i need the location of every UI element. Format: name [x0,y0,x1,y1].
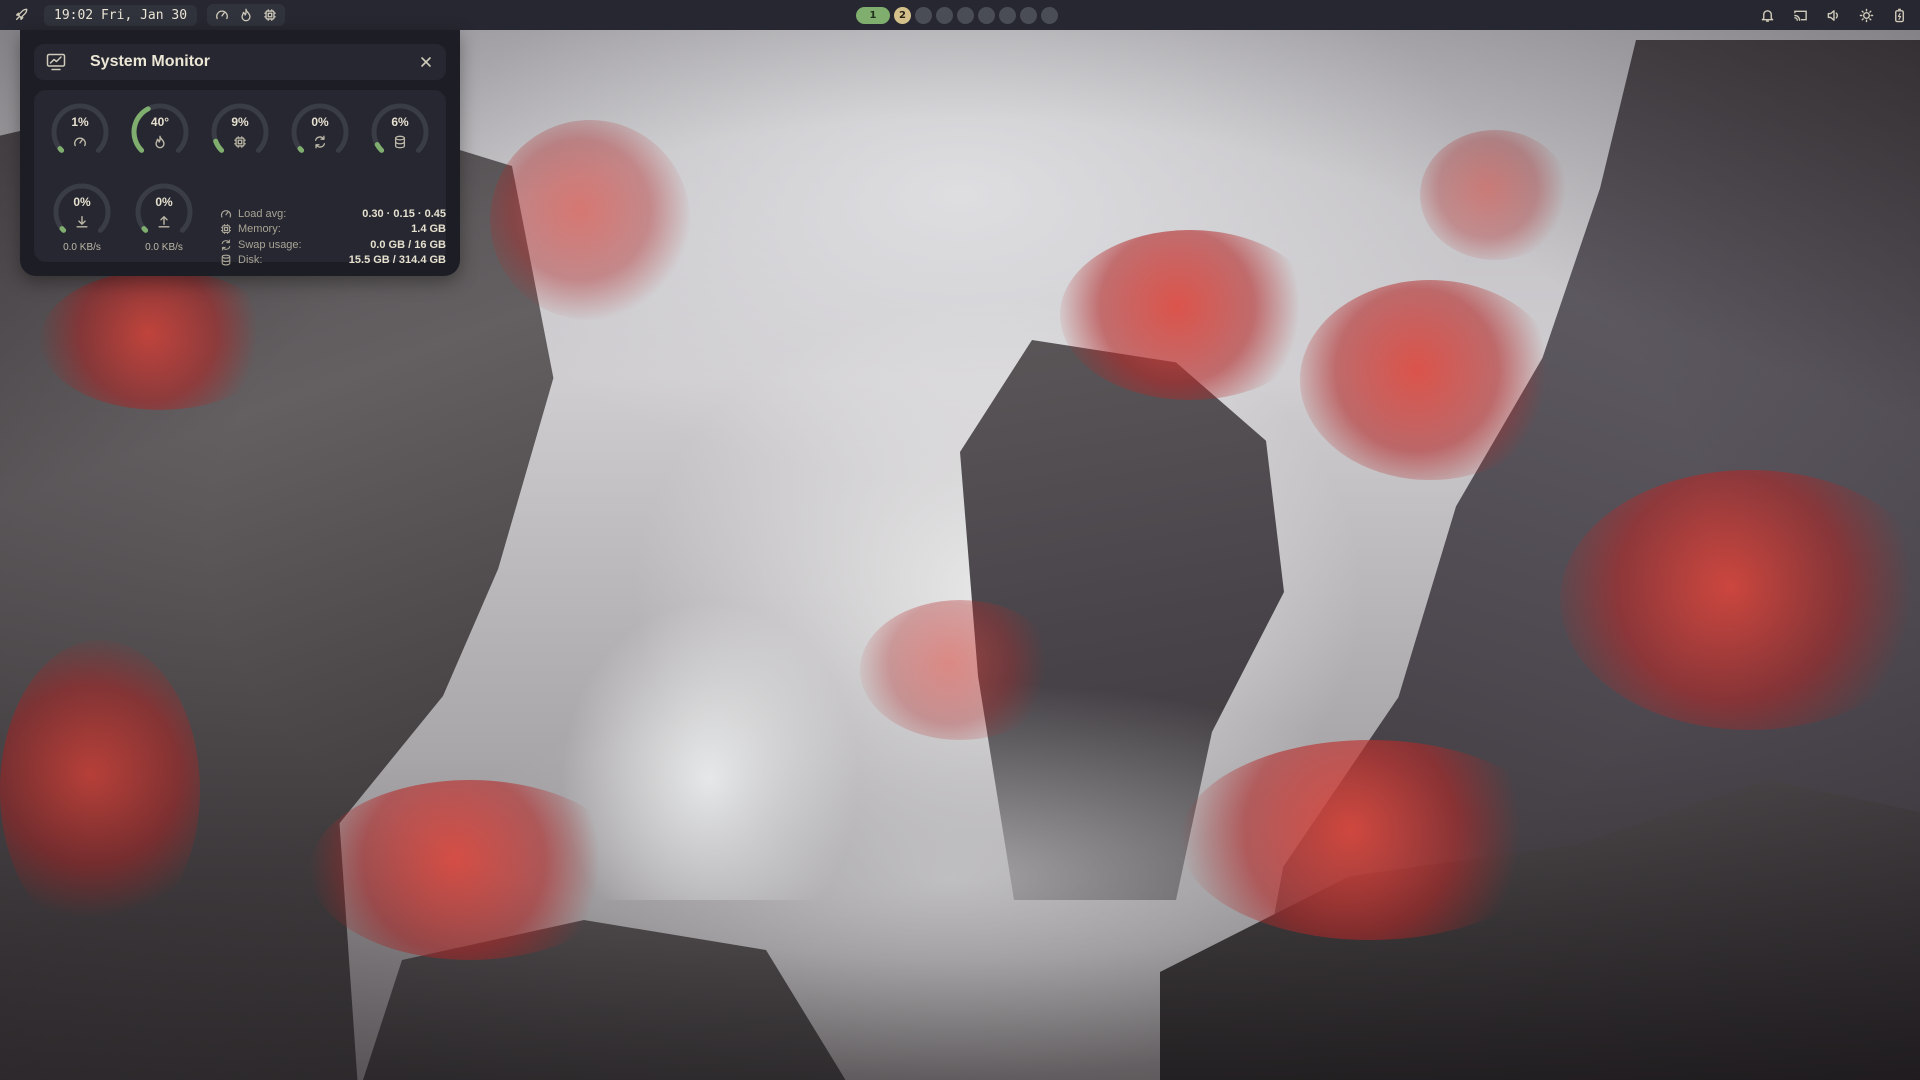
workspace-switcher: 12 [856,6,1058,24]
gauge-fill [374,142,385,153]
workspace-5[interactable] [957,6,974,24]
top-bar: 19:02 Fri, Jan 30 12 [0,0,1920,30]
memory-chip-icon [261,6,279,24]
stat-row: Memory: 1.4 GB [220,222,446,238]
swap-gauge-ring [291,103,349,153]
monitor-chart-icon [46,53,66,71]
gauge-icon [73,134,87,148]
stat-label: Memory: [238,223,281,236]
system-tray [1756,0,1910,30]
cpu-gauge-ring [51,103,109,153]
stat-label: Load avg: [238,207,287,220]
clock[interactable]: 19:02 Fri, Jan 30 [44,4,198,26]
cast-icon[interactable] [1789,4,1811,26]
memory-gauge-value: 9% [231,115,249,129]
upload-rate: 0.0 KB/s [145,242,183,253]
stat-label: Swap usage: [238,238,302,251]
memory-gauge: 9% [210,102,270,162]
memory-chip-icon [233,134,247,148]
database-icon [220,254,232,266]
swap-arrows-icon [220,239,232,251]
stats-list: Load avg: 0.30 · 0.15 · 0.45 Memory: 1.4 GB… [220,206,446,268]
flame-icon [237,6,255,24]
workspace-2[interactable]: 2 [894,6,911,24]
database-icon [393,134,407,149]
system-monitor-title: System Monitor [90,53,211,70]
close-icon[interactable] [416,52,436,72]
upload-icon [157,214,171,228]
gauge-fill [57,146,65,153]
download-gauge-ring [53,183,111,233]
cpu-gauge-value: 1% [71,115,89,129]
swap-gauge-value: 0% [311,115,329,129]
bell-icon[interactable] [1756,4,1778,26]
disk-gauge: 6% [370,102,430,162]
cpu-gauge: 1% [50,102,110,162]
workspace-1[interactable]: 1 [856,6,890,24]
memory-gauge-ring [211,103,269,153]
download-icon [75,214,89,228]
gauge-icon [213,6,231,24]
flame-icon [153,134,167,149]
stat-row: Swap usage: 0.0 GB / 16 GB [220,237,446,253]
workspace-4[interactable] [936,6,953,24]
stat-row: Load avg: 0.30 · 0.15 · 0.45 [220,206,446,222]
download-rate: 0.0 KB/s [63,242,101,253]
workspace-8[interactable] [1020,6,1037,24]
brightness-icon[interactable] [1855,4,1877,26]
stat-value: 0.30 · 0.15 · 0.45 [362,207,446,220]
stat-label: Disk: [238,254,263,267]
stat-value: 15.5 GB / 314.4 GB [348,254,446,267]
disk-gauge-value: 6% [391,115,409,129]
workspace-6[interactable] [978,6,995,24]
gauge-fill [297,146,305,153]
upload-gauge-value: 0% [155,195,173,209]
workspace-7[interactable] [999,6,1016,24]
top-bar-left: 19:02 Fri, Jan 30 [0,0,286,30]
upload-gauge-ring [135,183,193,233]
rocket-icon[interactable] [10,4,32,26]
swap-arrows-icon [313,134,327,149]
download-gauge: 0% [52,182,112,242]
stat-value: 1.4 GB [411,223,446,236]
temp-gauge-ring [131,103,189,153]
stat-row: Disk: 15.5 GB / 314.4 GB [220,253,446,269]
temp-gauge: 40° [130,102,190,162]
gauge-fill [141,226,149,233]
volume-icon[interactable] [1822,4,1844,26]
download-gauge-value: 0% [73,195,91,209]
disk-gauge-ring [371,103,429,153]
memory-chip-icon [220,223,232,235]
upload-gauge: 0% [134,182,194,242]
workspace-9[interactable] [1041,6,1058,24]
battery-icon[interactable] [1888,4,1910,26]
gauge-fill [59,226,67,233]
gauge-icon [220,208,232,220]
gauge-fill [213,138,225,153]
system-monitor-panel: System Monitor Load avg: 0.30 · 0.15 · 0.… [20,30,460,276]
resource-indicators[interactable] [207,4,286,26]
temp-gauge-value: 40° [150,115,170,129]
swap-gauge: 0% [290,102,350,162]
system-monitor-header: System Monitor [34,44,446,80]
stat-value: 0.0 GB / 16 GB [370,238,446,251]
workspace-3[interactable] [915,6,932,24]
system-monitor-body: Load avg: 0.30 · 0.15 · 0.45 Memory: 1.4 GB… [34,90,446,266]
